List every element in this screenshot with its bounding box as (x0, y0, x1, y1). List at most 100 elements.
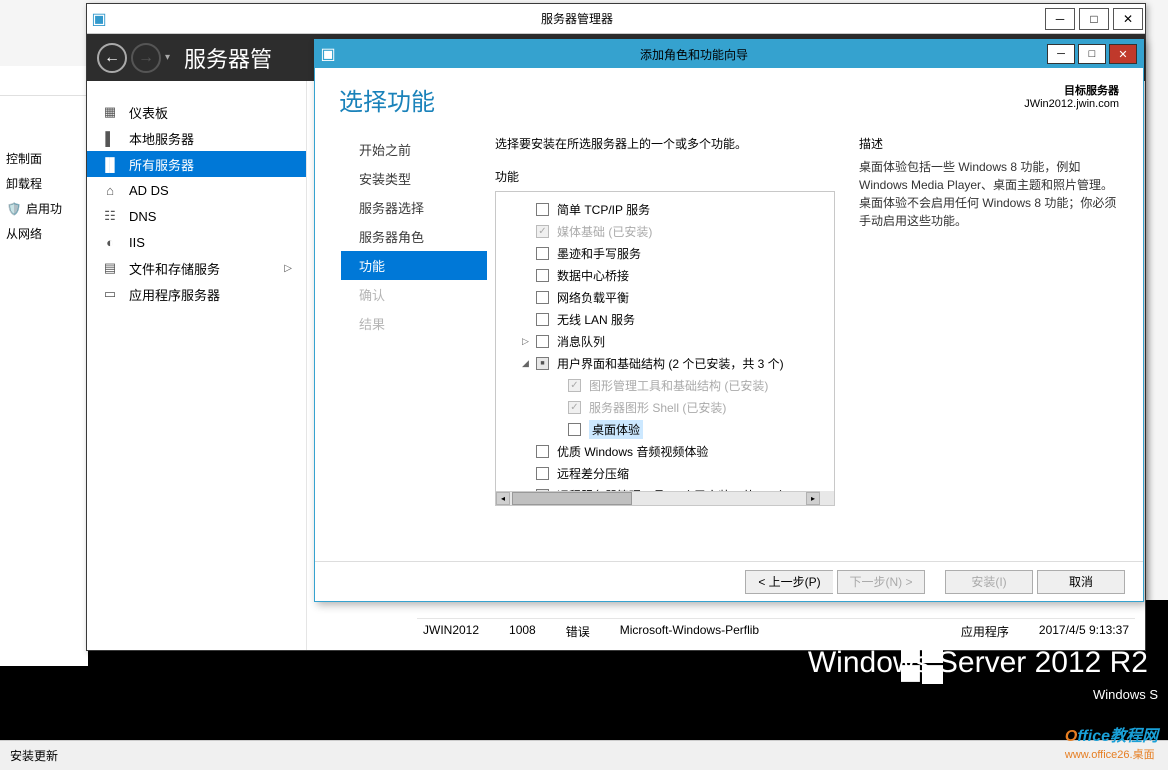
prompt-text: 选择要安装在所选服务器上的一个或多个功能。 (495, 135, 835, 152)
wizard-close-button[interactable]: ✕ (1109, 44, 1137, 64)
tree-item-label: 网络负载平衡 (557, 289, 629, 306)
wizard-maximize-button[interactable]: □ (1078, 44, 1106, 64)
event-source: Microsoft-Windows-Perflib (620, 623, 759, 636)
tree-item[interactable]: 媒体基础 (已安装) (500, 220, 830, 242)
sidebar-item-storage[interactable]: ▤文件和存储服务▷ (87, 255, 306, 281)
tree-item[interactable]: 数据中心桥接 (500, 264, 830, 286)
wizard-title: 添加角色和功能向导 (341, 46, 1047, 63)
cancel-button[interactable]: 取消 (1037, 570, 1125, 594)
step-features[interactable]: 功能 (341, 251, 487, 280)
sidebar-item-dashboard[interactable]: ▦仪表板 (87, 99, 306, 125)
checkbox[interactable] (536, 357, 549, 370)
sidebar-item-iis[interactable]: ◐IIS (87, 229, 306, 255)
app-icon: ▣ (87, 9, 111, 29)
previous-button[interactable]: < 上一步(P) (745, 570, 833, 594)
tree-item-label: 用户界面和基础结构 (2 个已安装，共 3 个) (557, 355, 784, 372)
expand-icon[interactable]: ▷ (522, 336, 532, 347)
bg-item[interactable]: 卸载程 (0, 171, 88, 196)
sidebar-item-all-servers[interactable]: ▐▌所有服务器 (87, 151, 306, 177)
iis-icon: ◐ (101, 233, 119, 251)
next-button[interactable]: 下一步(N) > (837, 570, 925, 594)
tree-item[interactable]: 墨迹和手写服务 (500, 242, 830, 264)
event-level: 错误 (566, 623, 590, 636)
tree-item-label: 数据中心桥接 (557, 267, 629, 284)
titlebar[interactable]: ▣ 服务器管理器 ─ □ ✕ (87, 4, 1145, 34)
maximize-button[interactable]: □ (1079, 8, 1109, 30)
sidebar-item-app-server[interactable]: ▭应用程序服务器 (87, 281, 306, 307)
checkbox (568, 379, 581, 392)
watermark: Office教程网 www.office26.桌面 (1065, 722, 1158, 762)
sidebar-item-local-server[interactable]: ▌本地服务器 (87, 125, 306, 151)
back-button[interactable]: ← (97, 43, 127, 73)
servers-icon: ▐▌ (101, 155, 119, 173)
tree-item[interactable]: 服务器图形 Shell (已安装) (500, 396, 830, 418)
desktop-background: 控制面 卸载程 🛡️启用功 从网络 ▣ 服务器管理器 ─ □ ✕ ← → ▾ 服… (0, 0, 1168, 740)
features-tree[interactable]: 简单 TCP/IP 服务媒体基础 (已安装) 墨迹和手写服务数据中心桥接网络负载平… (495, 191, 835, 506)
chevron-right-icon: ▷ (284, 263, 292, 274)
tree-item-label: 消息队列 (557, 333, 605, 350)
tree-item-label: 媒体基础 (已安装) (557, 223, 652, 240)
server-icon: ▌ (101, 129, 119, 147)
horizontal-scrollbar[interactable]: ◂ ▸ (496, 491, 820, 505)
install-button[interactable]: 安装(I) (945, 570, 1033, 594)
scroll-left-icon[interactable]: ◂ (496, 492, 510, 505)
sidebar-item-adds[interactable]: ⌂AD DS (87, 177, 306, 203)
event-log: 应用程序 (961, 623, 1009, 636)
checkbox[interactable] (536, 313, 549, 326)
tree-item[interactable]: 桌面体验 (500, 418, 830, 440)
close-button[interactable]: ✕ (1113, 8, 1143, 30)
wizard-minimize-button[interactable]: ─ (1047, 44, 1075, 64)
bg-item[interactable]: 从网络 (0, 221, 88, 246)
tree-item[interactable]: ◢ 用户界面和基础结构 (2 个已安装，共 3 个) (500, 352, 830, 374)
sidebar-item-dns[interactable]: ☷DNS (87, 203, 306, 229)
description-label: 描述 (859, 135, 1123, 152)
forward-button[interactable]: → (131, 43, 161, 73)
tree-item-label: 远程差分压缩 (557, 465, 629, 482)
background-panel: 控制面 卸载程 🛡️启用功 从网络 (0, 66, 88, 666)
checkbox[interactable] (536, 203, 549, 216)
os-branding-sub: Windows S (1093, 687, 1158, 702)
adds-icon: ⌂ (101, 181, 119, 199)
features-label: 功能 (495, 168, 835, 185)
taskbar-item[interactable]: 安装更新 (0, 743, 68, 768)
taskbar[interactable]: 安装更新 (0, 740, 1168, 770)
tree-item[interactable]: ▷ 消息队列 (500, 330, 830, 352)
checkbox[interactable] (536, 467, 549, 480)
step-confirm: 确认 (349, 280, 479, 309)
tree-item[interactable]: 优质 Windows 音频视频体验 (500, 440, 830, 462)
tree-item-label: 无线 LAN 服务 (557, 311, 635, 328)
tree-item[interactable]: 无线 LAN 服务 (500, 308, 830, 330)
add-roles-wizard: ▣ 添加角色和功能向导 ─ □ ✕ 选择功能 目标服务器 JWin2012.jw… (314, 39, 1144, 602)
dns-icon: ☷ (101, 207, 119, 225)
tree-item[interactable]: 远程差分压缩 (500, 462, 830, 484)
step-server-selection[interactable]: 服务器选择 (349, 193, 479, 222)
checkbox[interactable] (568, 423, 581, 436)
step-install-type[interactable]: 安装类型 (349, 164, 479, 193)
checkbox (536, 225, 549, 238)
step-server-roles[interactable]: 服务器角色 (349, 222, 479, 251)
collapse-icon[interactable]: ◢ (522, 358, 532, 369)
checkbox[interactable] (536, 291, 549, 304)
wizard-titlebar[interactable]: ▣ 添加角色和功能向导 ─ □ ✕ (315, 40, 1143, 68)
target-server-info: 目标服务器 JWin2012.jwin.com (1024, 82, 1119, 117)
scroll-right-icon[interactable]: ▸ (806, 492, 820, 505)
tree-item-label: 桌面体验 (589, 420, 643, 439)
os-branding: Windows Server 2012 R2 (808, 646, 1148, 680)
wizard-steps: 开始之前 安装类型 服务器选择 服务器角色 功能 确认 结果 (315, 135, 495, 547)
scroll-thumb[interactable] (512, 492, 632, 505)
tree-item[interactable]: 简单 TCP/IP 服务 (500, 198, 830, 220)
checkbox[interactable] (536, 269, 549, 282)
tree-item[interactable]: 图形管理工具和基础结构 (已安装) (500, 374, 830, 396)
step-before-begin[interactable]: 开始之前 (349, 135, 479, 164)
minimize-button[interactable]: ─ (1045, 8, 1075, 30)
checkbox[interactable] (536, 445, 549, 458)
bg-item[interactable]: 🛡️启用功 (0, 196, 88, 221)
checkbox[interactable] (536, 335, 549, 348)
event-row[interactable]: JWIN2012 1008 错误 Microsoft-Windows-Perfl… (417, 618, 1135, 640)
bg-item[interactable]: 控制面 (0, 146, 88, 171)
tree-item[interactable]: 网络负载平衡 (500, 286, 830, 308)
checkbox[interactable] (536, 247, 549, 260)
tree-item-label: 服务器图形 Shell (已安装) (589, 399, 726, 416)
breadcrumb: 服务器管 (184, 42, 272, 74)
window-title: 服务器管理器 (111, 10, 1043, 27)
